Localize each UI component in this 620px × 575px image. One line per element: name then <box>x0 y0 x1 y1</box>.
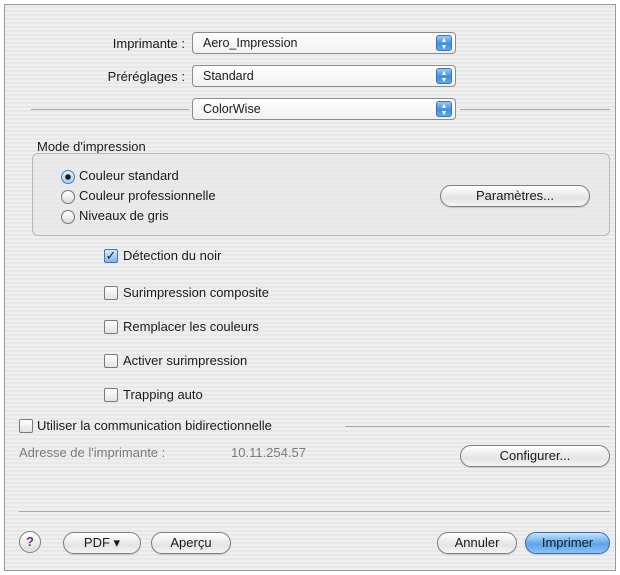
cancel-button[interactable]: Annuler <box>437 532 517 554</box>
print-button[interactable]: Imprimer <box>525 532 610 554</box>
printer-popup[interactable]: Aero_Impression ▲ ▼ <box>192 32 456 54</box>
address-value: 10.11.254.57 <box>231 445 306 460</box>
panel-value: ColorWise <box>203 102 261 116</box>
print-mode-title: Mode d'impression <box>37 139 146 154</box>
presets-value: Standard <box>203 69 254 83</box>
printer-label: Imprimante : <box>112 36 185 51</box>
checkbox-bidirectional[interactable] <box>19 419 33 433</box>
up-down-arrows-icon: ▲ ▼ <box>436 101 452 117</box>
checkbox-detection-noir[interactable]: ✓ <box>104 249 118 263</box>
bidirectional-label: Utiliser la communication bidirectionnel… <box>37 418 272 433</box>
panel-popup[interactable]: ColorWise ▲ ▼ <box>192 98 456 120</box>
checkbox-trapping-auto[interactable] <box>104 388 118 402</box>
checkbox-surimpression-composite[interactable] <box>104 286 118 300</box>
option-label: Surimpression composite <box>123 285 269 300</box>
address-label: Adresse de l'imprimante : <box>19 445 166 460</box>
radio-couleur-standard[interactable] <box>61 170 75 184</box>
presets-label: Préréglages : <box>107 69 185 84</box>
configure-button[interactable]: Configurer... <box>460 445 610 467</box>
presets-popup[interactable]: Standard ▲ ▼ <box>192 65 456 87</box>
footer-separator <box>19 511 610 512</box>
print-dialog: Imprimante : Aero_Impression ▲ ▼ Prérégla… <box>4 4 616 571</box>
up-down-arrows-icon: ▲ ▼ <box>436 35 452 51</box>
radio-label: Couleur standard <box>79 168 179 183</box>
option-label: Détection du noir <box>123 248 222 263</box>
preview-button[interactable]: Aperçu <box>151 532 231 554</box>
settings-button[interactable]: Paramètres... <box>440 185 590 207</box>
option-label: Remplacer les couleurs <box>123 319 259 334</box>
radio-niveaux-de-gris[interactable] <box>61 210 75 224</box>
radio-couleur-professionnelle[interactable] <box>61 190 75 204</box>
option-label: Trapping auto <box>123 387 203 402</box>
up-down-arrows-icon: ▲ ▼ <box>436 68 452 84</box>
checkbox-activer-surimpression[interactable] <box>104 354 118 368</box>
separator-right <box>460 109 610 110</box>
radio-label: Couleur professionnelle <box>79 188 216 203</box>
separator-bidirectional <box>345 426 610 427</box>
radio-label: Niveaux de gris <box>79 208 169 223</box>
help-icon[interactable]: ? <box>19 531 41 553</box>
separator-left <box>31 109 189 110</box>
option-label: Activer surimpression <box>123 353 248 368</box>
printer-value: Aero_Impression <box>203 36 298 50</box>
checkbox-remplacer-couleurs[interactable] <box>104 320 118 334</box>
pdf-button[interactable]: PDF ▾ <box>63 532 141 554</box>
